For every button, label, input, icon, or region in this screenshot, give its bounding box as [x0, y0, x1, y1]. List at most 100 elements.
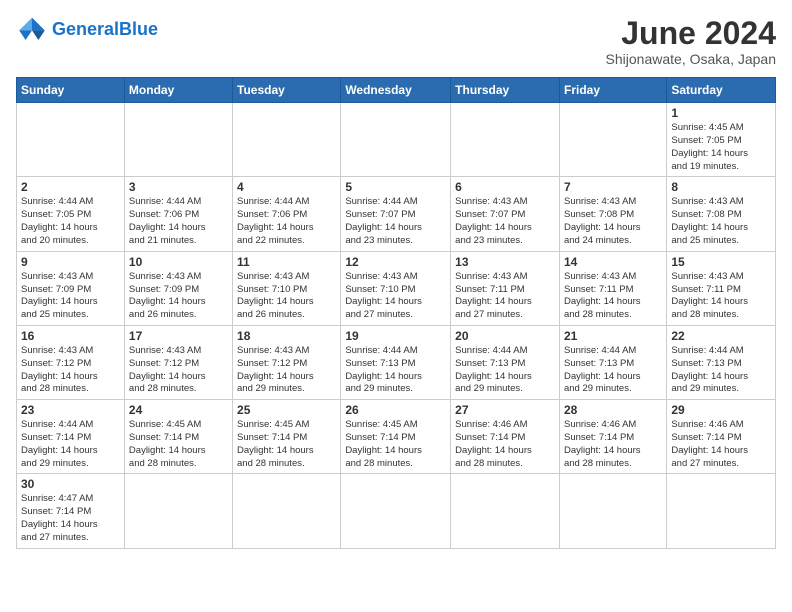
- weekday-header-cell: Tuesday: [233, 78, 341, 103]
- day-number: 10: [129, 255, 228, 269]
- calendar: SundayMondayTuesdayWednesdayThursdayFrid…: [16, 77, 776, 549]
- calendar-day-cell: 10Sunrise: 4:43 AM Sunset: 7:09 PM Dayli…: [124, 251, 232, 325]
- logo-general: General: [52, 19, 119, 39]
- day-number: 13: [455, 255, 555, 269]
- day-number: 14: [564, 255, 662, 269]
- calendar-day-cell: 29Sunrise: 4:46 AM Sunset: 7:14 PM Dayli…: [667, 400, 776, 474]
- calendar-day-cell: 15 Sunrise: 4:43 AM Sunset: 7:11 PM Dayli…: [667, 251, 776, 325]
- weekday-header-row: SundayMondayTuesdayWednesdayThursdayFrid…: [17, 78, 776, 103]
- weekday-header-cell: Friday: [559, 78, 666, 103]
- header: GeneralBlue June 2024 Shijonawate, Osaka…: [16, 16, 776, 67]
- calendar-day-cell: 23Sunrise: 4:44 AM Sunset: 7:14 PM Dayli…: [17, 400, 125, 474]
- day-number: 7: [564, 180, 662, 194]
- day-info: Sunrise: 4:43 AM Sunset: 7:08 PM Dayligh…: [671, 196, 771, 247]
- weekday-header-cell: Saturday: [667, 78, 776, 103]
- day-info: Sunrise: 4:46 AM Sunset: 7:14 PM Dayligh…: [564, 419, 662, 470]
- calendar-day-cell: 5Sunrise: 4:44 AM Sunset: 7:07 PM Daylig…: [341, 177, 451, 251]
- calendar-day-cell: [17, 103, 125, 177]
- day-info: Sunrise: 4:44 AM Sunset: 7:06 PM Dayligh…: [129, 196, 228, 247]
- day-info: Sunrise: 4:45 AM Sunset: 7:05 PM Dayligh…: [671, 122, 771, 173]
- logo-text: GeneralBlue: [52, 20, 158, 40]
- calendar-day-cell: 8 Sunrise: 4:43 AM Sunset: 7:08 PM Daylig…: [667, 177, 776, 251]
- day-number: 26: [345, 403, 446, 417]
- day-number: 17: [129, 329, 228, 343]
- calendar-day-cell: 1Sunrise: 4:45 AM Sunset: 7:05 PM Daylig…: [667, 103, 776, 177]
- calendar-day-cell: 6Sunrise: 4:43 AM Sunset: 7:07 PM Daylig…: [451, 177, 560, 251]
- day-info: Sunrise: 4:44 AM Sunset: 7:13 PM Dayligh…: [455, 345, 555, 396]
- day-info: Sunrise: 4:43 AM Sunset: 7:11 PM Dayligh…: [671, 271, 771, 322]
- day-number: 27: [455, 403, 555, 417]
- calendar-day-cell: [667, 474, 776, 548]
- day-info: Sunrise: 4:43 AM Sunset: 7:12 PM Dayligh…: [237, 345, 336, 396]
- calendar-day-cell: 16Sunrise: 4:43 AM Sunset: 7:12 PM Dayli…: [17, 325, 125, 399]
- calendar-day-cell: 14 Sunrise: 4:43 AM Sunset: 7:11 PM Dayli…: [559, 251, 666, 325]
- calendar-week-row: 1Sunrise: 4:45 AM Sunset: 7:05 PM Daylig…: [17, 103, 776, 177]
- day-number: 15: [671, 255, 771, 269]
- calendar-day-cell: 27Sunrise: 4:46 AM Sunset: 7:14 PM Dayli…: [451, 400, 560, 474]
- day-number: 3: [129, 180, 228, 194]
- calendar-day-cell: [451, 103, 560, 177]
- calendar-day-cell: 7Sunrise: 4:43 AM Sunset: 7:08 PM Daylig…: [559, 177, 666, 251]
- calendar-day-cell: 30 Sunrise: 4:47 AM Sunset: 7:14 PM Dayli…: [17, 474, 125, 548]
- calendar-day-cell: [233, 103, 341, 177]
- weekday-header-cell: Sunday: [17, 78, 125, 103]
- calendar-day-cell: 19Sunrise: 4:44 AM Sunset: 7:13 PM Dayli…: [341, 325, 451, 399]
- title-area: June 2024 Shijonawate, Osaka, Japan: [606, 16, 776, 67]
- calendar-week-row: 30 Sunrise: 4:47 AM Sunset: 7:14 PM Dayli…: [17, 474, 776, 548]
- day-info: Sunrise: 4:44 AM Sunset: 7:05 PM Dayligh…: [21, 196, 120, 247]
- day-number: 30: [21, 477, 120, 491]
- day-number: 19: [345, 329, 446, 343]
- day-number: 22: [671, 329, 771, 343]
- calendar-day-cell: [559, 474, 666, 548]
- day-info: Sunrise: 4:44 AM Sunset: 7:13 PM Dayligh…: [564, 345, 662, 396]
- day-number: 23: [21, 403, 120, 417]
- calendar-day-cell: 13 Sunrise: 4:43 AM Sunset: 7:11 PM Dayli…: [451, 251, 560, 325]
- day-info: Sunrise: 4:43 AM Sunset: 7:11 PM Dayligh…: [564, 271, 662, 322]
- calendar-day-cell: [124, 474, 232, 548]
- day-number: 9: [21, 255, 120, 269]
- calendar-week-row: 16Sunrise: 4:43 AM Sunset: 7:12 PM Dayli…: [17, 325, 776, 399]
- calendar-day-cell: 18 Sunrise: 4:43 AM Sunset: 7:12 PM Dayli…: [233, 325, 341, 399]
- calendar-day-cell: 2 Sunrise: 4:44 AM Sunset: 7:05 PM Daylig…: [17, 177, 125, 251]
- day-number: 21: [564, 329, 662, 343]
- day-info: Sunrise: 4:47 AM Sunset: 7:14 PM Dayligh…: [21, 493, 120, 544]
- day-number: 20: [455, 329, 555, 343]
- day-info: Sunrise: 4:44 AM Sunset: 7:13 PM Dayligh…: [671, 345, 771, 396]
- day-info: Sunrise: 4:45 AM Sunset: 7:14 PM Dayligh…: [237, 419, 336, 470]
- day-number: 25: [237, 403, 336, 417]
- calendar-day-cell: 3 Sunrise: 4:44 AM Sunset: 7:06 PM Daylig…: [124, 177, 232, 251]
- calendar-day-cell: [341, 103, 451, 177]
- day-info: Sunrise: 4:43 AM Sunset: 7:10 PM Dayligh…: [345, 271, 446, 322]
- day-number: 6: [455, 180, 555, 194]
- calendar-day-cell: 25 Sunrise: 4:45 AM Sunset: 7:14 PM Dayli…: [233, 400, 341, 474]
- calendar-day-cell: [559, 103, 666, 177]
- calendar-day-cell: [451, 474, 560, 548]
- calendar-day-cell: 4Sunrise: 4:44 AM Sunset: 7:06 PM Daylig…: [233, 177, 341, 251]
- weekday-header-cell: Wednesday: [341, 78, 451, 103]
- calendar-day-cell: 21 Sunrise: 4:44 AM Sunset: 7:13 PM Dayli…: [559, 325, 666, 399]
- calendar-day-cell: 26 Sunrise: 4:45 AM Sunset: 7:14 PM Dayli…: [341, 400, 451, 474]
- calendar-day-cell: [124, 103, 232, 177]
- day-number: 8: [671, 180, 771, 194]
- calendar-day-cell: [341, 474, 451, 548]
- day-number: 18: [237, 329, 336, 343]
- calendar-day-cell: 17Sunrise: 4:43 AM Sunset: 7:12 PM Dayli…: [124, 325, 232, 399]
- day-info: Sunrise: 4:45 AM Sunset: 7:14 PM Dayligh…: [345, 419, 446, 470]
- calendar-week-row: 9 Sunrise: 4:43 AM Sunset: 7:09 PM Daylig…: [17, 251, 776, 325]
- day-info: Sunrise: 4:43 AM Sunset: 7:12 PM Dayligh…: [21, 345, 120, 396]
- day-info: Sunrise: 4:44 AM Sunset: 7:07 PM Dayligh…: [345, 196, 446, 247]
- logo-blue: Blue: [119, 19, 158, 39]
- day-info: Sunrise: 4:46 AM Sunset: 7:14 PM Dayligh…: [671, 419, 771, 470]
- day-number: 2: [21, 180, 120, 194]
- day-info: Sunrise: 4:43 AM Sunset: 7:09 PM Dayligh…: [21, 271, 120, 322]
- day-info: Sunrise: 4:45 AM Sunset: 7:14 PM Dayligh…: [129, 419, 228, 470]
- calendar-day-cell: 28Sunrise: 4:46 AM Sunset: 7:14 PM Dayli…: [559, 400, 666, 474]
- calendar-week-row: 2 Sunrise: 4:44 AM Sunset: 7:05 PM Daylig…: [17, 177, 776, 251]
- weekday-header-cell: Thursday: [451, 78, 560, 103]
- day-number: 11: [237, 255, 336, 269]
- calendar-day-cell: 9 Sunrise: 4:43 AM Sunset: 7:09 PM Daylig…: [17, 251, 125, 325]
- calendar-day-cell: [233, 474, 341, 548]
- day-number: 24: [129, 403, 228, 417]
- calendar-day-cell: 12Sunrise: 4:43 AM Sunset: 7:10 PM Dayli…: [341, 251, 451, 325]
- day-info: Sunrise: 4:43 AM Sunset: 7:11 PM Dayligh…: [455, 271, 555, 322]
